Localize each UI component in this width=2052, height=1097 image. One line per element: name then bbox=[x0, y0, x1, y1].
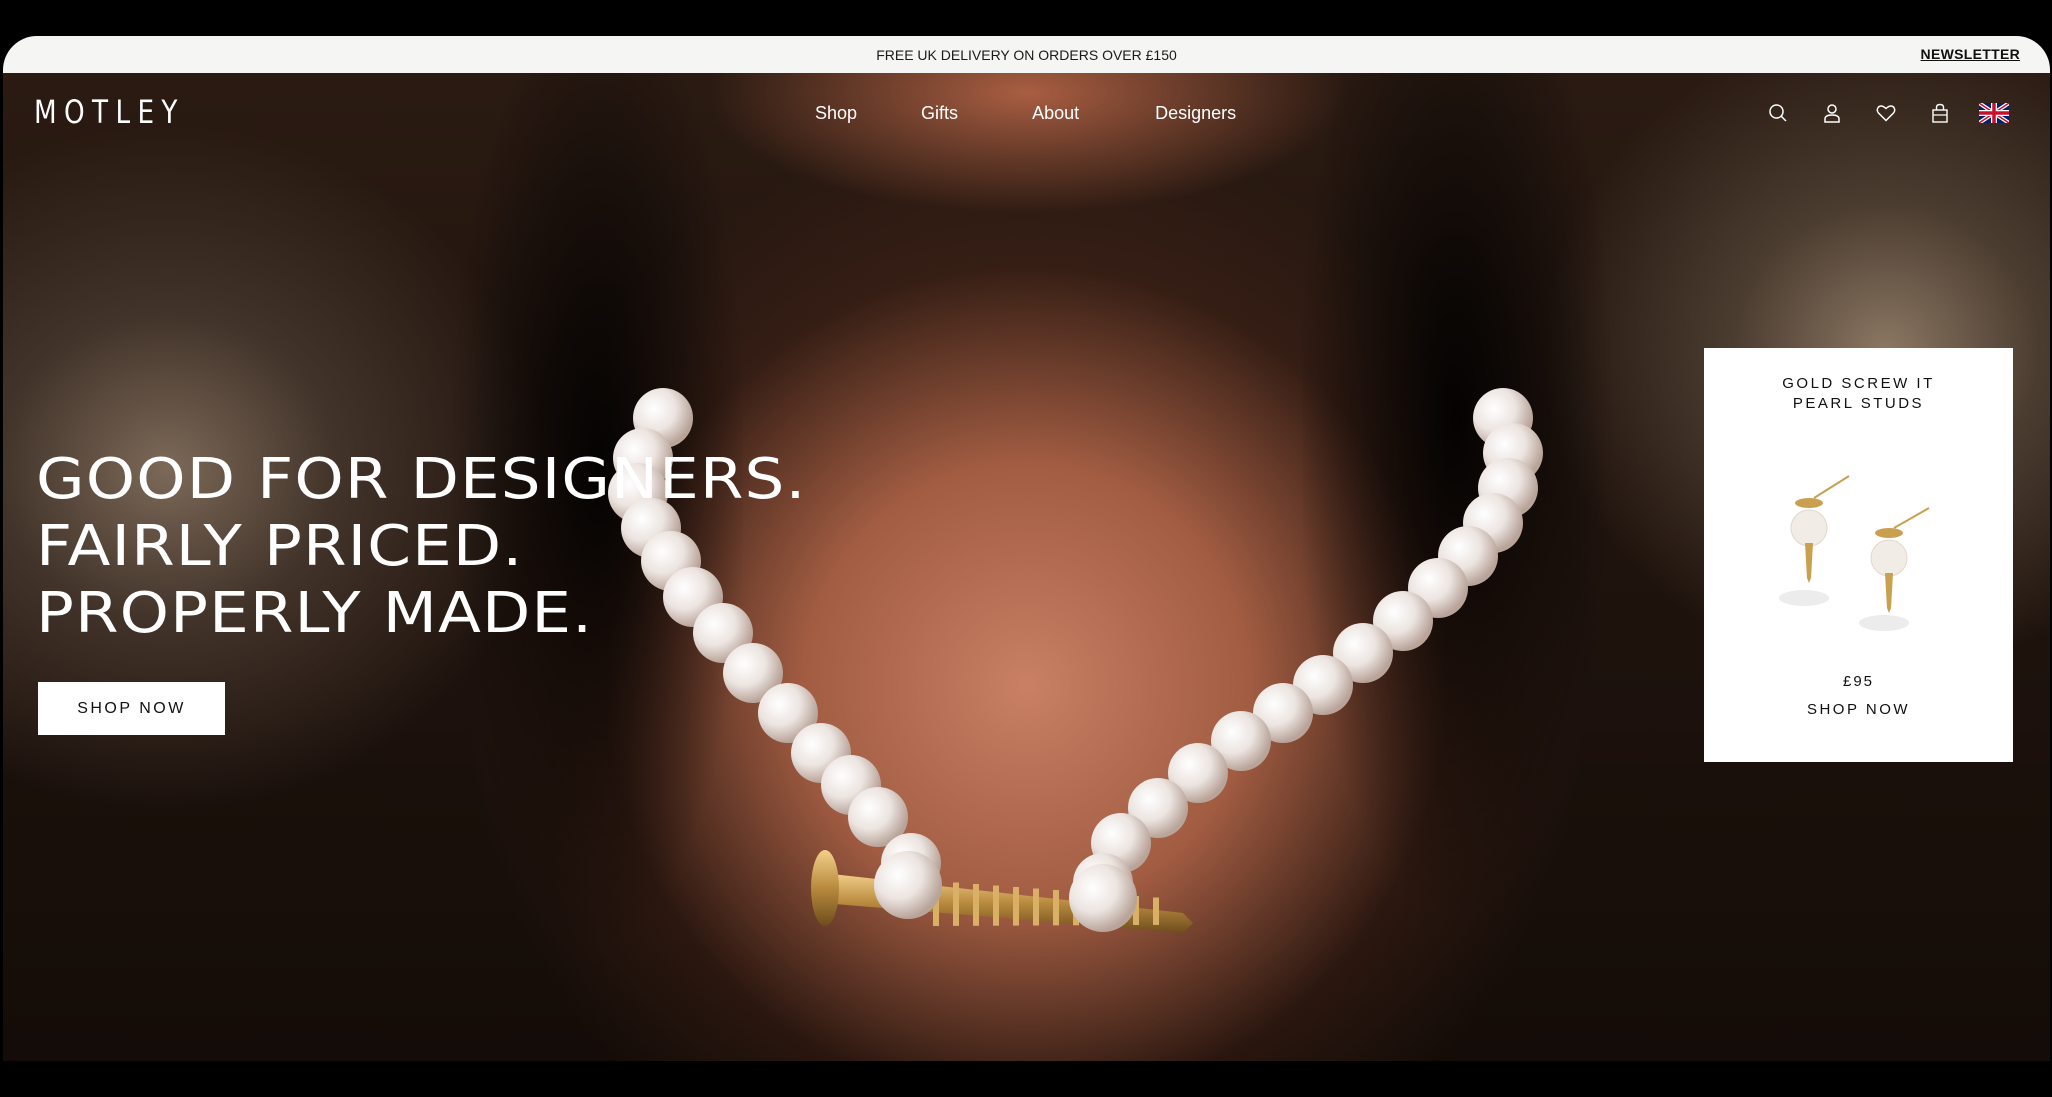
site-header: MOTLEY Shop Gifts About Designers bbox=[3, 73, 2050, 153]
hero-headline-line: GOOD FOR DESIGNERS. bbox=[36, 447, 807, 512]
product-title: GOLD SCREW IT PEARL STUDS bbox=[1704, 374, 2013, 414]
announcement-bar: FREE UK DELIVERY ON ORDERS OVER £150 NEW… bbox=[3, 36, 2050, 73]
account-icon[interactable] bbox=[1816, 97, 1848, 129]
product-price: £95 bbox=[1842, 673, 1875, 690]
wishlist-heart-icon[interactable] bbox=[1870, 97, 1902, 129]
header-icons bbox=[1762, 97, 2010, 129]
main-nav: Shop Gifts About Designers bbox=[815, 103, 1236, 124]
hero-headline-line: FAIRLY PRICED. bbox=[36, 514, 524, 579]
bag-icon[interactable] bbox=[1924, 97, 1956, 129]
search-icon[interactable] bbox=[1762, 97, 1794, 129]
uk-flag-icon[interactable] bbox=[1978, 97, 2010, 129]
nav-item-about[interactable]: About bbox=[1032, 103, 1079, 124]
product-shop-now-link[interactable]: SHOP NOW bbox=[1704, 701, 2013, 718]
product-title-line: GOLD SCREW IT bbox=[1782, 375, 1935, 392]
product-title-line: PEARL STUDS bbox=[1792, 395, 1925, 412]
nav-item-designers[interactable]: Designers bbox=[1155, 103, 1236, 124]
product-image bbox=[1779, 475, 1930, 631]
nav-item-shop[interactable]: Shop bbox=[815, 103, 857, 124]
newsletter-link[interactable]: NEWSLETTER bbox=[1921, 46, 2020, 62]
site-logo[interactable]: MOTLEY bbox=[34, 93, 185, 131]
announcement-text: FREE UK DELIVERY ON ORDERS OVER £150 bbox=[876, 46, 1177, 63]
nav-item-gifts[interactable]: Gifts bbox=[921, 103, 958, 124]
featured-product-card[interactable]: GOLD SCREW IT PEARL STUDS £95 SHOP NOW bbox=[1704, 348, 2013, 762]
page-frame: FREE UK DELIVERY ON ORDERS OVER £150 NEW… bbox=[3, 36, 2050, 1061]
hero-headline-line: PROPERLY MADE. bbox=[36, 581, 594, 646]
hero-shop-now-button[interactable]: SHOP NOW bbox=[38, 682, 225, 735]
hero-headline: GOOD FOR DESIGNERS. FAIRLY PRICED. PROPE… bbox=[36, 446, 807, 647]
